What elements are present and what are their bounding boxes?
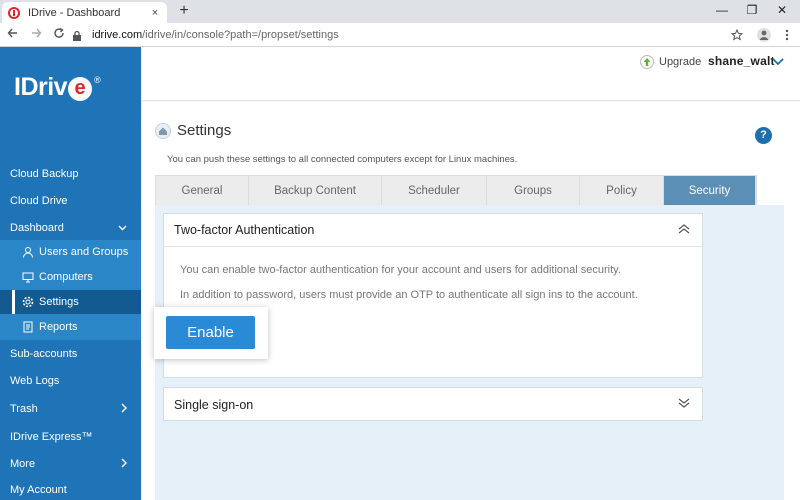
sidebar-item-dashboard[interactable]: Dashboard	[0, 215, 141, 241]
sidebar-item-users-and-groups[interactable]: Users and Groups	[0, 240, 141, 264]
tab-backup-content[interactable]: Backup Content	[249, 176, 382, 205]
tab-security[interactable]: Security	[664, 176, 756, 205]
tab-groups[interactable]: Groups	[487, 176, 580, 205]
page-title: Settings	[155, 122, 231, 139]
browser-tab-title: IDrive - Dashboard	[28, 6, 121, 19]
restore-window-button[interactable]: ❐	[737, 0, 767, 23]
enable-button[interactable]: Enable	[166, 316, 255, 349]
sidebar-item-trash[interactable]: Trash	[0, 396, 141, 422]
username-menu[interactable]: shane_walt	[708, 54, 775, 68]
upgrade-link[interactable]: Upgrade	[640, 55, 701, 69]
sidebar-item-sub-accounts[interactable]: Sub-accounts	[0, 341, 141, 367]
home-icon[interactable]	[155, 122, 171, 139]
close-window-button[interactable]: ✕	[767, 0, 797, 23]
reload-button[interactable]	[50, 26, 68, 44]
idrive-favicon-icon	[8, 6, 20, 19]
reports-icon	[22, 321, 34, 333]
sidebar-item-my-account[interactable]: My Account	[0, 477, 141, 500]
sidebar-item-more[interactable]: More	[0, 451, 141, 477]
settings-description: You can push these settings to all conne…	[167, 154, 518, 165]
sidebar-item-computers[interactable]: Computers	[0, 265, 141, 289]
settings-tabs: General Backup Content Scheduler Groups …	[155, 175, 757, 206]
chevron-down-icon[interactable]	[678, 397, 690, 411]
browser-toolbar: idrive.com/idrive/in/console?path=/props…	[0, 23, 800, 47]
chevron-right-icon	[121, 403, 127, 416]
sidebar-item-idrive-express[interactable]: IDrive Express™	[0, 424, 141, 450]
user-icon	[22, 246, 34, 258]
idrive-logo[interactable]: IDriv e ®	[14, 73, 101, 102]
sidebar-item-settings[interactable]: Settings	[0, 290, 141, 314]
url-text: idrive.com/idrive/in/console?path=/props…	[92, 29, 339, 41]
dashboard-submenu: Users and Groups Computers Settings Repo…	[0, 240, 141, 340]
gear-icon	[22, 296, 34, 308]
tab-scheduler[interactable]: Scheduler	[382, 176, 487, 205]
tab-policy[interactable]: Policy	[580, 176, 664, 205]
back-button[interactable]	[4, 26, 22, 44]
sidebar-item-reports[interactable]: Reports	[0, 315, 141, 339]
lock-icon	[72, 30, 86, 41]
two-factor-otp-note: In addition to password, users must prov…	[180, 289, 638, 301]
chevron-down-icon[interactable]	[772, 55, 784, 69]
two-factor-header[interactable]: Two-factor Authentication	[164, 214, 702, 247]
chevron-up-icon[interactable]	[678, 223, 690, 237]
computer-icon	[22, 271, 34, 283]
upgrade-arrow-icon	[640, 55, 654, 69]
browser-tabstrip: IDrive - Dashboard × + — ❐ ✕	[0, 0, 800, 23]
minimize-window-button[interactable]: —	[707, 0, 737, 23]
chevron-right-icon	[121, 458, 127, 471]
bookmark-star-icon[interactable]	[728, 26, 746, 44]
tab-general[interactable]: General	[156, 176, 249, 205]
sidebar: IDriv e ® Cloud Backup Cloud Drive Dashb…	[0, 47, 141, 500]
profile-avatar-icon[interactable]	[755, 26, 773, 44]
address-bar[interactable]: idrive.com/idrive/in/console?path=/props…	[72, 26, 750, 44]
sidebar-item-cloud-backup[interactable]: Cloud Backup	[0, 161, 141, 187]
new-tab-button[interactable]: +	[175, 2, 193, 20]
browser-menu-icon[interactable]	[778, 26, 796, 44]
top-header: Upgrade shane_walt	[141, 47, 800, 101]
browser-tab[interactable]: IDrive - Dashboard ×	[2, 2, 167, 23]
help-icon[interactable]: ?	[755, 127, 772, 144]
forward-button[interactable]	[27, 26, 45, 44]
sidebar-item-web-logs[interactable]: Web Logs	[0, 368, 141, 394]
sso-header[interactable]: Single sign-on	[164, 388, 702, 421]
sso-card: Single sign-on	[163, 387, 703, 421]
close-tab-icon[interactable]: ×	[149, 7, 161, 19]
two-factor-description: You can enable two-factor authentication…	[180, 264, 621, 276]
sidebar-item-cloud-drive[interactable]: Cloud Drive	[0, 188, 141, 214]
chevron-down-icon	[118, 222, 127, 234]
